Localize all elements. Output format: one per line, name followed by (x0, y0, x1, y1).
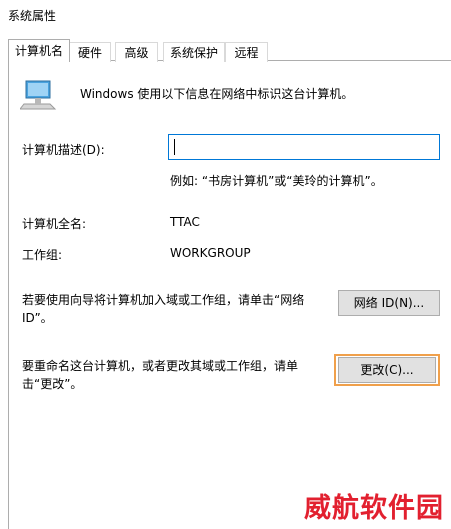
change-button[interactable]: 更改(C)... (338, 357, 436, 383)
description-label: 计算机描述(D): (22, 143, 105, 157)
workgroup-value: WORKGROUP (170, 246, 251, 260)
title-bar: 系统属性 (0, 0, 451, 30)
tab-system-protection[interactable]: 系统保护 (163, 42, 225, 62)
change-button-highlight: 更改(C)... (334, 354, 440, 386)
watermark-logo: 威航软件园 (304, 493, 444, 524)
window-title: 系统属性 (8, 9, 57, 23)
network-id-text: 若要使用向导将计算机加入域或工作组，请单击“网络 ID”。 (22, 293, 305, 325)
intro-text: Windows 使用以下信息在网络中标识这台计算机。 (80, 87, 354, 101)
tab-advanced[interactable]: 高级 (115, 42, 158, 62)
description-example: 例如: “书房计算机”或“美玲的计算机”。 (170, 174, 383, 188)
text-caret (174, 139, 175, 155)
tab-remote[interactable]: 远程 (225, 42, 268, 62)
computer-icon (18, 80, 60, 110)
change-text: 要重命名这台计算机，或者更改其域或工作组，请单击“更改”。 (22, 359, 299, 391)
workgroup-label: 工作组: (22, 248, 63, 262)
tab-computer-name[interactable]: 计算机名 (8, 39, 70, 62)
network-id-button[interactable]: 网络 ID(N)... (338, 290, 440, 316)
full-name-label: 计算机全名: (22, 217, 87, 231)
full-name-value: TTAC (170, 215, 200, 229)
computer-description-input[interactable] (168, 134, 440, 160)
tab-hardware[interactable]: 硬件 (69, 42, 111, 62)
